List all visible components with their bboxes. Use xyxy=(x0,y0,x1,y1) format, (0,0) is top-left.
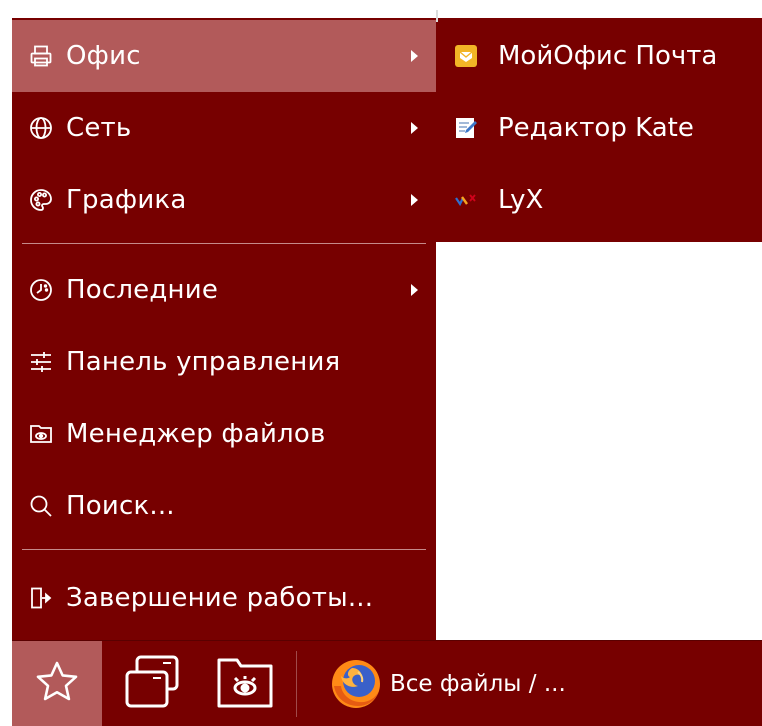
menu-item-search[interactable]: Поиск... xyxy=(12,470,436,542)
menu-item-label: Завершение работы... xyxy=(66,583,374,613)
myoffice-mail-icon xyxy=(454,44,478,68)
chevron-right-icon xyxy=(411,194,418,206)
firefox-icon xyxy=(328,656,384,712)
kate-editor-icon xyxy=(454,116,478,140)
menu-item-graphics[interactable]: Графика xyxy=(12,164,436,236)
globe-icon xyxy=(28,115,54,141)
window-task-title: Все файлы / ... xyxy=(390,671,566,697)
taskbar-divider xyxy=(296,651,297,717)
chevron-right-icon xyxy=(411,122,418,134)
submenu-item-myoffice-mail[interactable]: МойОфис Почта xyxy=(436,20,762,92)
logout-icon xyxy=(28,585,54,611)
submenu-item-kate[interactable]: Редактор Kate xyxy=(436,92,762,164)
windows-switcher-icon xyxy=(123,654,183,714)
submenu-item-lyx[interactable]: LyX xyxy=(436,164,762,236)
chevron-right-icon xyxy=(411,284,418,296)
submenu-item-label: LyX xyxy=(498,185,544,215)
menu-item-file-manager[interactable]: Менеджер файлов xyxy=(12,398,436,470)
menu-item-control-panel[interactable]: Панель управления xyxy=(12,326,436,398)
file-manager-launcher[interactable] xyxy=(210,651,280,717)
star-icon xyxy=(33,658,81,710)
menu-item-label: Поиск... xyxy=(66,491,175,521)
submenu-item-label: МойОфис Почта xyxy=(498,41,718,71)
clock-icon xyxy=(28,277,54,303)
start-menu-button[interactable] xyxy=(12,641,102,726)
sliders-icon xyxy=(28,349,54,375)
menu-item-office[interactable]: Офис xyxy=(12,20,436,92)
menu-item-label: Графика xyxy=(66,185,187,215)
window-switcher-button[interactable] xyxy=(118,651,188,717)
palette-icon xyxy=(28,187,54,213)
submenu-item-label: Редактор Kate xyxy=(498,113,694,143)
menu-item-label: Панель управления xyxy=(66,347,341,377)
taskbar: Все файлы / ... xyxy=(12,640,762,726)
chevron-right-icon xyxy=(411,50,418,62)
menu-item-label: Менеджер файлов xyxy=(66,419,326,449)
menu-separator xyxy=(22,549,426,550)
file-manager-folder-icon xyxy=(215,654,275,714)
search-icon xyxy=(28,493,54,519)
taskbar-window-firefox[interactable]: Все файлы / ... xyxy=(312,647,752,721)
desktop-screen: Офис Сеть Графика Последние Панель управ… xyxy=(0,0,762,726)
menu-item-recent[interactable]: Последние xyxy=(12,254,436,326)
file-manager-icon xyxy=(28,421,54,447)
printer-icon xyxy=(28,43,54,69)
menu-item-label: Офис xyxy=(66,41,141,71)
menu-item-label: Последние xyxy=(66,275,219,305)
office-submenu: МойОфис Почта Редактор Kate LyX xyxy=(436,10,762,242)
menu-separator xyxy=(22,243,426,244)
menu-item-label: Сеть xyxy=(66,113,132,143)
start-menu: Офис Сеть Графика Последние Панель управ… xyxy=(12,18,436,640)
menu-item-network[interactable]: Сеть xyxy=(12,92,436,164)
menu-item-shutdown[interactable]: Завершение работы... xyxy=(12,562,436,634)
lyx-icon xyxy=(454,188,478,212)
